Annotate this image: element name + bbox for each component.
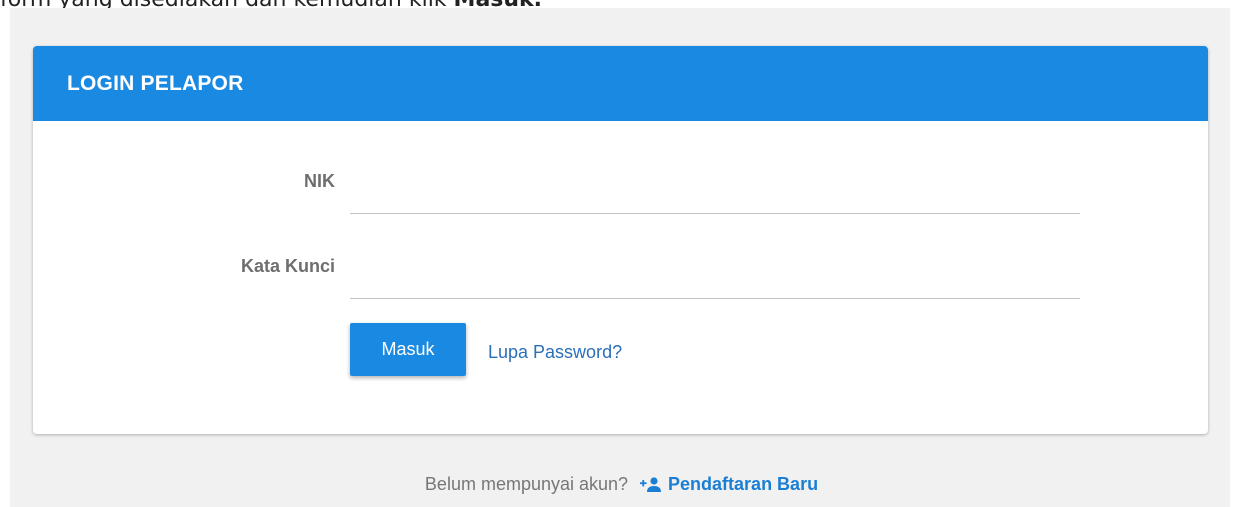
password-input[interactable] <box>350 258 1080 299</box>
nik-input[interactable] <box>350 173 1080 214</box>
card-title: LOGIN PELAPOR <box>67 71 244 95</box>
forgot-password-link[interactable]: Lupa Password? <box>488 342 622 363</box>
login-button[interactable]: Masuk <box>350 323 466 376</box>
register-question: Belum mempunyai akun? <box>424 474 629 494</box>
login-card: LOGIN PELAPOR NIK Kata Kunci Masuk Lupa … <box>33 46 1208 434</box>
password-label: Kata Kunci <box>240 256 335 276</box>
register-link-label: Pendaftaran Baru <box>668 474 819 494</box>
register-prompt: Belum mempunyai akun? Pendaftaran Baru <box>0 474 1235 495</box>
card-header: LOGIN PELAPOR <box>33 46 1208 121</box>
register-link[interactable]: Pendaftaran Baru <box>640 474 818 495</box>
nik-label: NIK <box>304 171 335 191</box>
add-user-icon <box>640 477 662 492</box>
